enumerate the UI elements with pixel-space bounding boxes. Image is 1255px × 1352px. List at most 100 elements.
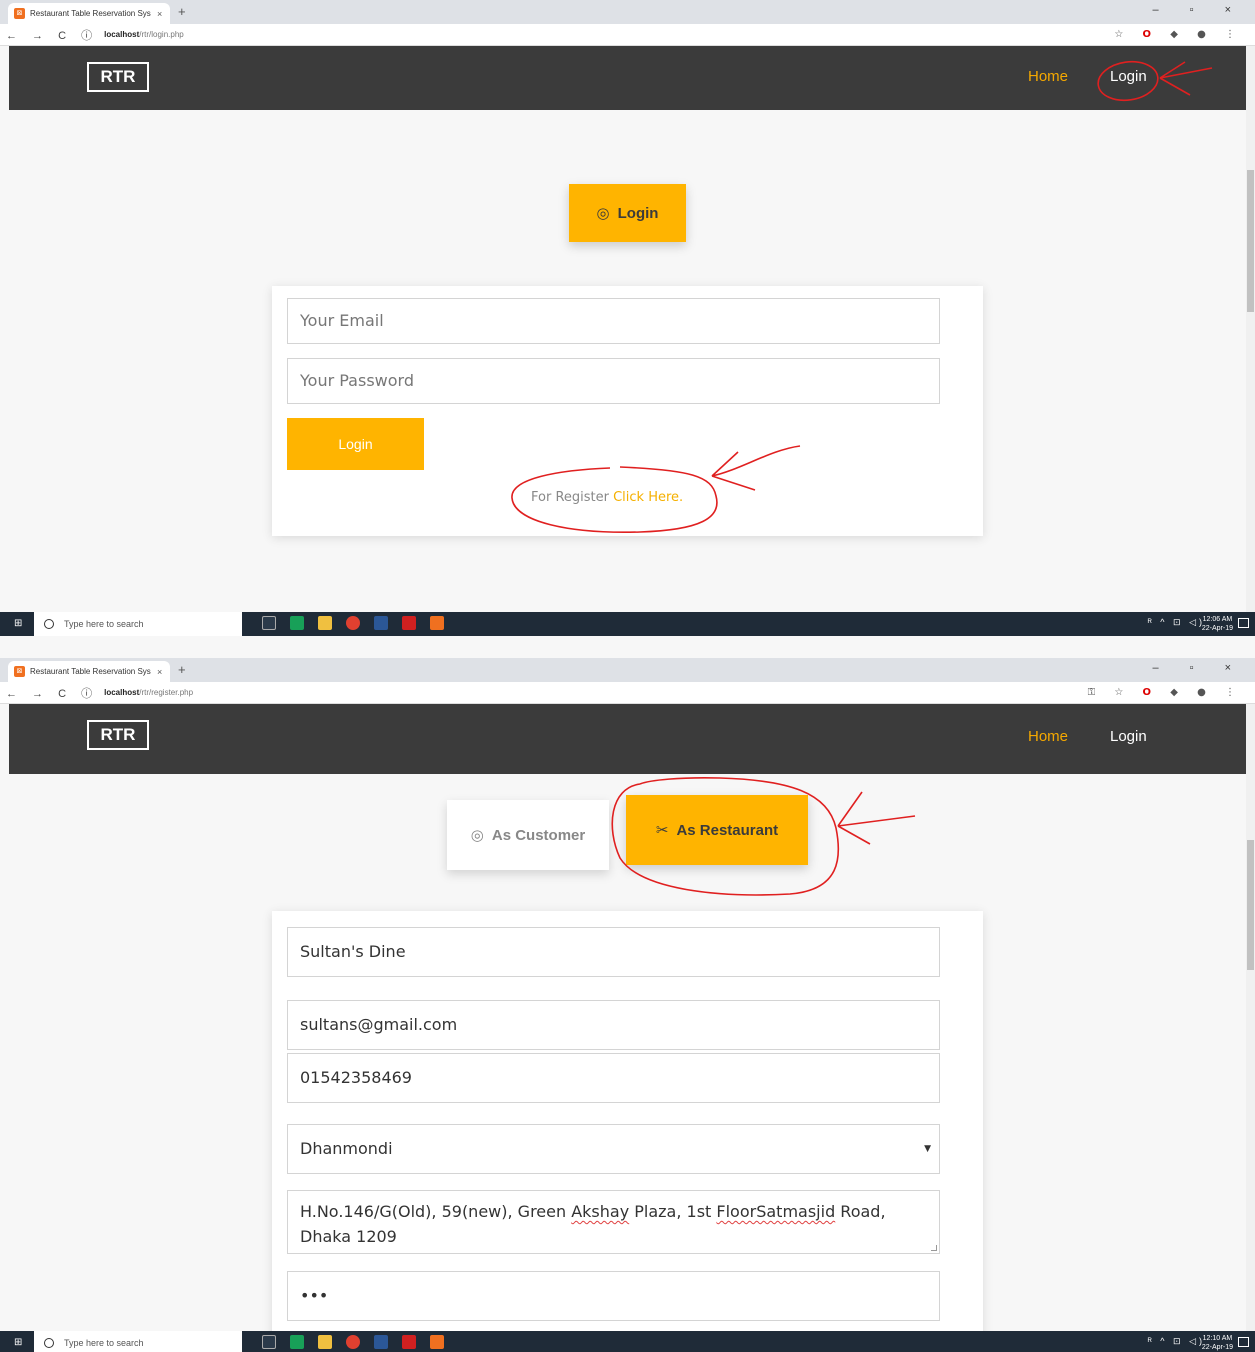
taskbar-search[interactable]: Type here to search [34, 1331, 242, 1352]
app-icon[interactable] [290, 1335, 304, 1349]
extension-icons[interactable]: ⚿ ☆ O ◆ ● ⋮ [1088, 687, 1243, 698]
notification-icon[interactable] [1238, 1337, 1249, 1347]
url-path: /rtr/login.php [139, 30, 184, 39]
restaurant-name-field[interactable]: Sultan's Dine [287, 927, 940, 977]
steak-icon: ◎ [596, 205, 610, 222]
tab-title: Restaurant Table Reservation Sys [30, 667, 151, 676]
window-controls[interactable]: – ▫ × [1152, 4, 1245, 16]
tab-as-restaurant-label: As Restaurant [676, 821, 779, 839]
area-select-value: Dhanmondi [300, 1139, 393, 1158]
url-field[interactable]: localhost/rtr/register.php [104, 688, 193, 697]
tab-as-restaurant[interactable]: ✂ As Restaurant [626, 795, 808, 865]
system-tray[interactable]: ᴿ ^ ⊡ ◁) [1148, 1336, 1205, 1347]
login-heading-button[interactable]: ◎ Login [569, 184, 686, 242]
opera-icon[interactable]: O [1143, 687, 1160, 698]
taskbar-search-placeholder: Type here to search [64, 1338, 144, 1348]
favicon-icon: ⊠ [14, 8, 25, 19]
resize-grip-icon[interactable] [931, 1245, 937, 1251]
notification-icon[interactable] [1238, 618, 1249, 628]
tab-as-customer-label: As Customer [491, 826, 586, 844]
taskbar-clock[interactable]: 12:06 AM 22-Apr-19 [1202, 615, 1233, 633]
password-field[interactable]: Your Password [287, 358, 940, 404]
scroll-thumb[interactable] [1247, 840, 1254, 970]
register-screenshot: ⊠ Restaurant Table Reservation Sys × + –… [0, 658, 1255, 1352]
tab-as-customer[interactable]: ◎ As Customer [447, 800, 609, 870]
favicon-icon: ⊠ [14, 666, 25, 677]
login-heading-label: Login [617, 204, 659, 222]
acrobat-icon[interactable] [402, 1335, 416, 1349]
xampp-icon[interactable] [430, 1335, 444, 1349]
clock-date: 22-Apr-19 [1201, 625, 1233, 632]
window-controls[interactable]: – ▫ × [1152, 662, 1245, 674]
login-submit-button[interactable]: Login [287, 418, 424, 470]
steak-icon: ◎ [470, 827, 484, 844]
address-part-1: H.No.146/G(Old), 59(new), Green [300, 1202, 572, 1221]
site-navbar: RTR Home Login [9, 46, 1246, 110]
url-host: localhost [104, 688, 140, 697]
clock-time: 12:10 AM [1202, 1335, 1233, 1342]
address-misspelled-1: Akshay [571, 1202, 630, 1221]
windows-taskbar: ⊞ Type here to search ᴿ ^ ⊡ ◁) 12:06 AM … [0, 612, 1255, 636]
address-textarea[interactable]: H.No.146/G(Old), 59(new), Green Akshay P… [287, 1190, 940, 1254]
brand-logo[interactable]: RTR [87, 62, 149, 92]
register-prefix: For Register [531, 490, 609, 505]
site-navbar: RTR Home Login [9, 704, 1246, 774]
email-field[interactable]: sultans@gmail.com [287, 1000, 940, 1050]
page-scrollbar[interactable] [1246, 46, 1255, 612]
task-view-icon[interactable] [262, 1335, 276, 1349]
register-link[interactable]: Click Here. [613, 490, 683, 505]
task-view-icon[interactable] [262, 616, 276, 630]
area-select[interactable]: Dhanmondi ▼ [287, 1124, 940, 1174]
taskbar-search-placeholder: Type here to search [64, 619, 144, 629]
password-field[interactable]: ••• [287, 1271, 940, 1321]
browser-nav-buttons[interactable]: ← → C ⓘ [0, 27, 98, 43]
new-tab-button[interactable]: + [178, 4, 186, 19]
login-card: Your Email Your Password Login For Regis… [272, 286, 983, 536]
email-field[interactable]: Your Email [287, 298, 940, 344]
xampp-icon[interactable] [430, 616, 444, 630]
nav-login-link[interactable]: Login [1110, 728, 1147, 745]
file-explorer-icon[interactable] [318, 1335, 332, 1349]
app-icon[interactable] [290, 616, 304, 630]
windows-taskbar: ⊞ Type here to search ᴿ ^ ⊡ ◁) 12:10 AM … [0, 1331, 1255, 1352]
browser-tab[interactable]: ⊠ Restaurant Table Reservation Sys × [8, 661, 170, 682]
file-explorer-icon[interactable] [318, 616, 332, 630]
address-bar: ← → C ⓘ localhost/rtr/register.php ⚿ ☆ O… [0, 682, 1255, 704]
taskbar-clock[interactable]: 12:10 AM 22-Apr-19 [1202, 1334, 1233, 1352]
url-path: /rtr/register.php [139, 688, 194, 697]
scroll-thumb[interactable] [1247, 170, 1254, 312]
tab-title: Restaurant Table Reservation Sys [30, 9, 151, 18]
phone-field[interactable]: 01542358469 [287, 1053, 940, 1103]
address-misspelled-2: FloorSatmasjid [716, 1202, 836, 1221]
address-part-2: Plaza, 1st [629, 1202, 717, 1221]
windows-start-icon[interactable]: ⊞ [14, 619, 24, 629]
nav-home-link[interactable]: Home [1028, 728, 1068, 745]
acrobat-icon[interactable] [402, 616, 416, 630]
taskbar-apps [262, 1335, 458, 1349]
search-icon [44, 1338, 54, 1348]
windows-start-icon[interactable]: ⊞ [14, 1338, 24, 1348]
browser-tabstrip: ⊠ Restaurant Table Reservation Sys × + –… [0, 658, 1255, 682]
browser-tab[interactable]: ⊠ Restaurant Table Reservation Sys × [8, 3, 170, 24]
search-icon [44, 619, 54, 629]
nav-login-link[interactable]: Login [1110, 68, 1147, 85]
new-tab-button[interactable]: + [178, 662, 186, 677]
chrome-icon[interactable] [346, 616, 360, 630]
opera-icon[interactable]: O [1143, 29, 1160, 40]
word-icon[interactable] [374, 1335, 388, 1349]
tab-close-icon[interactable]: × [157, 9, 162, 19]
url-field[interactable]: localhost/rtr/login.php [104, 30, 184, 39]
fork-knife-icon: ✂ [655, 822, 669, 839]
word-icon[interactable] [374, 616, 388, 630]
system-tray[interactable]: ᴿ ^ ⊡ ◁) [1148, 617, 1205, 628]
nav-home-link[interactable]: Home [1028, 68, 1068, 85]
chrome-icon[interactable] [346, 1335, 360, 1349]
page-scrollbar[interactable] [1246, 704, 1255, 1331]
brand-logo[interactable]: RTR [87, 720, 149, 750]
taskbar-search[interactable]: Type here to search [34, 612, 242, 636]
tab-close-icon[interactable]: × [157, 667, 162, 677]
taskbar-apps [262, 616, 458, 630]
extension-icons[interactable]: ☆ O ◆ ● ⋮ [1114, 29, 1243, 40]
browser-nav-buttons[interactable]: ← → C ⓘ [0, 685, 98, 701]
register-line: For Register Click Here. [531, 490, 683, 505]
